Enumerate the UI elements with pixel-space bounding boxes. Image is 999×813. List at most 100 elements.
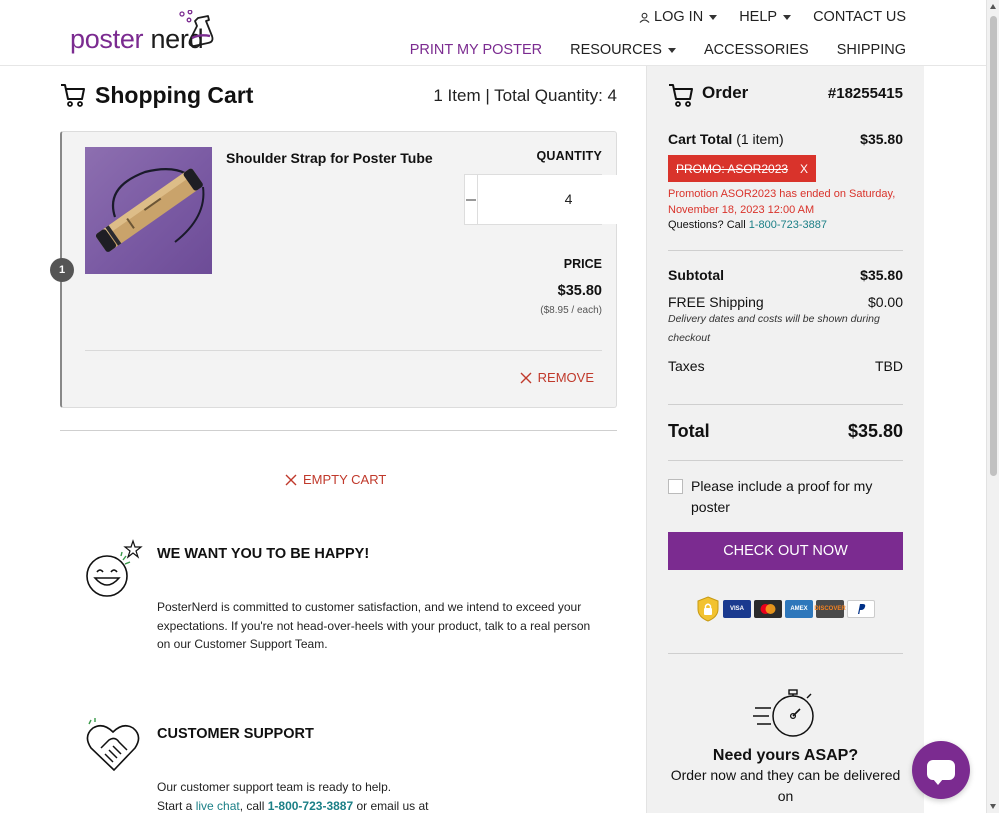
close-icon	[285, 474, 297, 485]
cart-total-title: Cart Total	[668, 131, 733, 147]
unit-price: ($8.95 / each)	[540, 305, 602, 316]
taxes-value: TBD	[875, 358, 903, 374]
live-chat-link[interactable]: live chat	[196, 799, 240, 813]
scrollbar[interactable]	[986, 0, 999, 813]
visa-card-icon: VISA	[723, 600, 751, 618]
chat-icon	[927, 760, 955, 785]
help-label: HELP	[739, 9, 778, 25]
support-call-text: , call	[239, 798, 268, 813]
promo-wrap: PROMO: ASOR2023 X	[668, 155, 903, 182]
main-nav: PRINT MY POSTER RESOURCES ACCESSORIES SH…	[410, 42, 906, 58]
empty-cart-label: EMPTY CART	[303, 472, 387, 487]
order-header: Order #18255415	[668, 82, 903, 112]
proof-option[interactable]: Please include a proof for my poster	[668, 476, 903, 518]
checkout-wrap: CHECK OUT NOW	[668, 532, 903, 570]
cart-total-section: Cart Total (1 item) $35.80 PROMO: ASOR20…	[668, 131, 903, 231]
taxes-label: Taxes	[668, 358, 705, 374]
proof-checkbox[interactable]	[668, 479, 683, 494]
help-menu[interactable]: HELP	[739, 9, 792, 25]
order-phone-link[interactable]: 1-800-723-3887	[749, 219, 827, 231]
asap-section: Need yours ASAP? Order now and they can …	[668, 686, 903, 807]
nav-print-my-poster[interactable]: PRINT MY POSTER	[410, 42, 542, 58]
asap-text: Order now and they can be delivered on	[670, 767, 901, 804]
product-name[interactable]: Shoulder Strap for Poster Tube	[226, 150, 433, 166]
subtotal-label: Subtotal	[668, 267, 724, 283]
support-end-text: or email us at	[353, 798, 429, 813]
empty-cart-button[interactable]: EMPTY CART	[285, 472, 386, 487]
discover-card-icon: DISCOVER	[814, 600, 846, 618]
nav-accessories[interactable]: ACCESSORIES	[704, 42, 809, 58]
poster-tube-picture	[95, 168, 205, 252]
handshake-heart-icon	[86, 718, 140, 772]
amex-card-icon: AMEX	[785, 600, 813, 618]
taxes-row: Taxes TBD	[668, 358, 903, 374]
support-text: Our customer support team is ready to he…	[157, 778, 597, 813]
cost-breakdown: Subtotal $35.80 FREE Shipping $0.00 Deli…	[668, 267, 903, 374]
nav-resources[interactable]: RESOURCES	[570, 42, 676, 58]
subtotal-value: $35.80	[860, 267, 903, 283]
order-summary-panel: Order #18255415 Cart Total (1 item) $35.…	[646, 66, 924, 813]
shipping-row: FREE Shipping $0.00	[668, 294, 903, 310]
customer-support: CUSTOMER SUPPORT Our customer support te…	[85, 718, 525, 813]
asap-title: Need yours ASAP?	[712, 747, 859, 764]
divider	[60, 430, 617, 431]
contact-link[interactable]: CONTACT US	[813, 9, 906, 25]
divider	[668, 250, 903, 251]
support-phone-link[interactable]: 1-800-723-3887	[268, 799, 353, 813]
promo-badge: PROMO: ASOR2023 X	[668, 155, 817, 182]
questions-text: Questions? Call	[668, 219, 749, 231]
chat-button[interactable]	[912, 741, 970, 799]
cart-icon	[669, 84, 693, 107]
security-shield-icon	[697, 596, 719, 622]
chevron-down-icon	[783, 14, 792, 20]
minus-icon	[466, 198, 476, 201]
product-image[interactable]	[85, 147, 212, 274]
cart-total-count: (1 item)	[732, 131, 784, 147]
chevron-down-icon	[667, 47, 676, 53]
chevron-down-icon	[709, 14, 718, 20]
posternerd-logo[interactable]: poster nerd	[70, 10, 230, 56]
scroll-up-icon[interactable]	[990, 4, 996, 9]
item-index-badge: 1	[50, 258, 74, 282]
shipping-note: Delivery dates and costs will be shown d…	[668, 313, 880, 344]
checkout-button[interactable]: CHECK OUT NOW	[668, 532, 903, 570]
contact-label: CONTACT US	[813, 9, 906, 25]
close-icon	[520, 372, 532, 383]
nav-resources-label: RESOURCES	[570, 42, 662, 58]
quantity-stepper	[464, 174, 671, 225]
cart-heading: Shopping Cart 1 Item | Total Quantity: 4	[60, 80, 617, 112]
quantity-label: QUANTITY	[536, 149, 602, 163]
nav-shipping[interactable]: SHIPPING	[837, 42, 906, 58]
shipping-label: FREE Shipping	[668, 294, 764, 310]
divider	[668, 653, 903, 654]
scrollbar-thumb[interactable]	[990, 16, 997, 476]
total-value: $35.80	[847, 421, 903, 441]
divider	[668, 460, 903, 461]
cart-total-row: Cart Total (1 item) $35.80	[668, 131, 903, 147]
happiness-text: PosterNerd is committed to customer sati…	[157, 600, 591, 651]
support-line-1: Our customer support team is ready to he…	[157, 780, 392, 794]
item-price: $35.80	[557, 283, 602, 299]
scroll-down-icon[interactable]	[990, 804, 996, 809]
decrease-quantity-button[interactable]	[465, 175, 478, 224]
site-header: poster nerd LOG IN HELP CONTACT US PRINT…	[0, 0, 986, 66]
top-nav: LOG IN HELP CONTACT US	[639, 9, 906, 25]
paypal-icon	[847, 600, 875, 618]
login-link[interactable]: LOG IN	[639, 9, 718, 25]
total-row: Total $35.80	[668, 421, 903, 442]
quantity-input[interactable]	[478, 175, 659, 224]
order-number: #18255415	[827, 85, 903, 102]
cart-total-label: Cart Total (1 item)	[668, 131, 784, 147]
payment-methods: VISA AMEX DISCOVER	[668, 596, 903, 622]
cart-item: Shoulder Strap for Poster Tube QUANTITY …	[60, 131, 671, 408]
subtotal-row: Subtotal $35.80	[668, 267, 903, 283]
remove-promo-button[interactable]: X	[800, 162, 808, 176]
remove-item-button[interactable]: REMOVE	[520, 370, 594, 385]
support-title: CUSTOMER SUPPORT	[157, 726, 314, 742]
proof-label: Please include a proof for my poster	[691, 478, 873, 515]
questions-line: Questions? Call 1-800-723-3887	[668, 219, 903, 231]
support-start-text: Start a	[157, 798, 196, 813]
mastercard-icon	[754, 600, 782, 618]
support-line-2: Start a live chat, call 1-800-723-3887 o…	[157, 797, 597, 813]
price-label: PRICE	[563, 257, 602, 271]
